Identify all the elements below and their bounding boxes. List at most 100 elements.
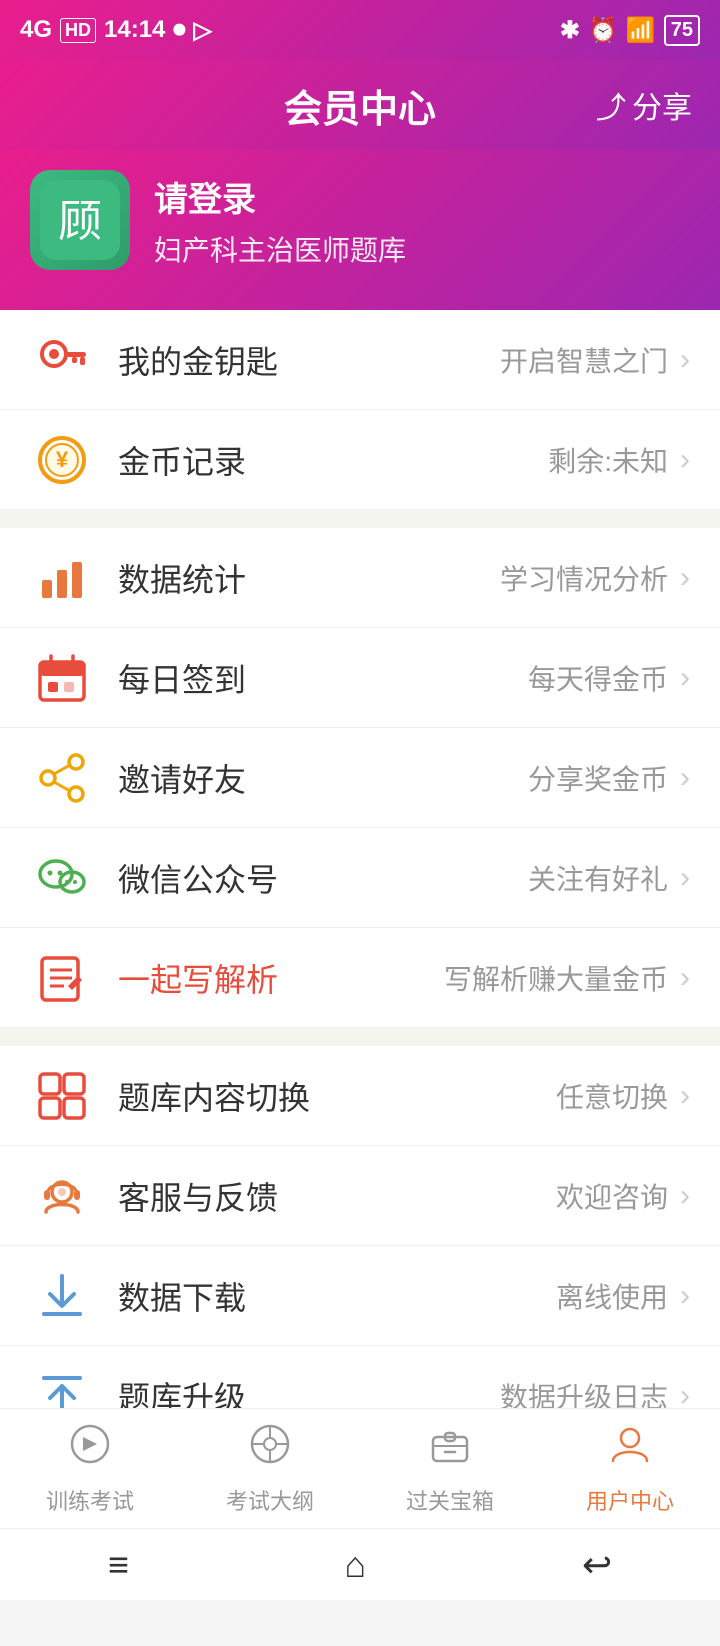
profile-subtitle: 妇产科主治医师题库 (154, 229, 406, 269)
status-left: 4G HD 14:14 ⏺ ▷ (20, 16, 212, 45)
daily-sign-right: 每天得金币 › (528, 658, 690, 698)
nav-item-treasure[interactable]: 过关宝箱 (360, 1421, 540, 1516)
treasure-nav-label: 过关宝箱 (406, 1484, 494, 1516)
service-right: 欢迎咨询 › (556, 1176, 690, 1216)
menu-item-golden-key[interactable]: 我的金钥匙 开启智慧之门 › (0, 310, 720, 410)
golden-key-chevron: › (680, 343, 690, 377)
coin-record-right: 剩余:未知 › (548, 440, 690, 480)
chart-icon (30, 546, 94, 610)
download-label: 数据下载 (118, 1273, 556, 1319)
golden-key-label: 我的金钥匙 (118, 337, 500, 383)
switch-icon (30, 1064, 94, 1128)
switch-bank-sub: 任意切换 (556, 1076, 668, 1116)
divider-2 (0, 1028, 720, 1046)
write-analysis-chevron: › (680, 961, 690, 995)
hd-badge: HD (60, 18, 96, 43)
wifi-icon: 📶 (626, 16, 656, 45)
download-sub: 离线使用 (556, 1276, 668, 1316)
wechat-right: 关注有好礼 › (528, 858, 690, 898)
battery-icon: 75 (664, 15, 700, 46)
coin-record-chevron: › (680, 443, 690, 477)
system-nav: ≡ ⌂ ↩ (0, 1528, 720, 1600)
play-icon: ▷ (193, 16, 211, 45)
wechat-icon (30, 846, 94, 910)
share-button[interactable]: ⤴ 分享 (596, 83, 692, 127)
divider-1 (0, 510, 720, 528)
data-stats-label: 数据统计 (118, 555, 500, 601)
outline-nav-label: 考试大纲 (226, 1484, 314, 1516)
daily-sign-label: 每日签到 (118, 655, 528, 701)
train-nav-icon (67, 1421, 113, 1478)
time-display: 14:14 (104, 16, 165, 44)
golden-key-right: 开启智慧之门 › (500, 340, 690, 380)
write-analysis-right: 写解析赚大量金币 › (444, 958, 690, 998)
download-chevron: › (680, 1279, 690, 1313)
app-header: 会员中心 ⤴ 分享 (0, 60, 720, 150)
treasure-nav-icon (427, 1421, 473, 1478)
calendar-icon (30, 646, 94, 710)
switch-bank-right: 任意切换 › (556, 1076, 690, 1116)
data-stats-sub: 学习情况分析 (500, 558, 668, 598)
nav-item-outline[interactable]: 考试大纲 (180, 1421, 360, 1516)
invite-label: 邀请好友 (118, 755, 528, 801)
write-icon (30, 946, 94, 1010)
alarm-icon: ⏰ (588, 16, 618, 45)
service-label: 客服与反馈 (118, 1173, 556, 1219)
invite-chevron: › (680, 761, 690, 795)
status-right: ✱ ⏰ 📶 75 (560, 15, 700, 46)
download-right: 离线使用 › (556, 1276, 690, 1316)
svg-text:¥: ¥ (56, 447, 69, 472)
coin-icon: ¥ (30, 428, 94, 492)
share-friends-icon (30, 746, 94, 810)
status-bar: 4G HD 14:14 ⏺ ▷ ✱ ⏰ 📶 75 (0, 0, 720, 60)
data-stats-chevron: › (680, 561, 690, 595)
menu-item-daily-sign[interactable]: 每日签到 每天得金币 › (0, 628, 720, 728)
menu-group-2: 数据统计 学习情况分析 › 每日签到 每天得金币 › (0, 528, 720, 1028)
outline-nav-icon (247, 1421, 293, 1478)
write-analysis-sub: 写解析赚大量金币 (444, 958, 668, 998)
menu-item-data-stats[interactable]: 数据统计 学习情况分析 › (0, 528, 720, 628)
service-icon (30, 1164, 94, 1228)
wechat-sub: 关注有好礼 (528, 858, 668, 898)
profile-avatar: 顾 (30, 170, 130, 270)
train-nav-label: 训练考试 (46, 1484, 134, 1516)
menu-group-1: 我的金钥匙 开启智慧之门 › ¥ 金币记录 剩余:未知 › (0, 310, 720, 510)
write-analysis-label: 一起写解析 (118, 955, 444, 1001)
golden-key-sub: 开启智慧之门 (500, 340, 668, 380)
bluetooth-icon: ✱ (560, 16, 580, 45)
wechat-chevron: › (680, 861, 690, 895)
coin-record-label: 金币记录 (118, 437, 548, 483)
profile-info: 请登录 妇产科主治医师题库 (154, 172, 406, 269)
menu-item-download[interactable]: 数据下载 离线使用 › (0, 1246, 720, 1346)
menu-item-wechat[interactable]: 微信公众号 关注有好礼 › (0, 828, 720, 928)
profile-section[interactable]: 顾 请登录 妇产科主治医师题库 (0, 150, 720, 310)
service-chevron: › (680, 1179, 690, 1213)
key-icon (30, 328, 94, 392)
invite-sub: 分享奖金币 (528, 758, 668, 798)
menu-item-invite[interactable]: 邀请好友 分享奖金币 › (0, 728, 720, 828)
switch-bank-chevron: › (680, 1079, 690, 1113)
download-icon (30, 1264, 94, 1328)
menu-item-coin-record[interactable]: ¥ 金币记录 剩余:未知 › (0, 410, 720, 510)
system-menu-button[interactable]: ≡ (78, 1534, 159, 1596)
system-back-button[interactable]: ↩ (552, 1534, 642, 1596)
system-home-button[interactable]: ⌂ (315, 1534, 397, 1596)
data-stats-right: 学习情况分析 › (500, 558, 690, 598)
nav-item-user[interactable]: 用户中心 (540, 1421, 720, 1516)
menu-item-switch-bank[interactable]: 题库内容切换 任意切换 › (0, 1046, 720, 1146)
menu-group-3: 题库内容切换 任意切换 › 客服与反馈 欢迎咨询 (0, 1046, 720, 1446)
invite-right: 分享奖金币 › (528, 758, 690, 798)
signal-icon: 4G (20, 16, 52, 44)
bottom-nav: 训练考试 考试大纲 过关宝箱 (0, 1408, 720, 1528)
nav-item-train[interactable]: 训练考试 (0, 1421, 180, 1516)
avatar-image: 顾 (30, 170, 130, 270)
record-icon: ⏺ (173, 16, 185, 44)
menu-item-service[interactable]: 客服与反馈 欢迎咨询 › (0, 1146, 720, 1246)
header-title: 会员中心 (284, 78, 436, 133)
daily-sign-sub: 每天得金币 (528, 658, 668, 698)
user-nav-label: 用户中心 (586, 1484, 674, 1516)
menu-item-write-analysis[interactable]: 一起写解析 写解析赚大量金币 › (0, 928, 720, 1028)
user-nav-icon (607, 1421, 653, 1478)
svg-text:顾: 顾 (58, 197, 102, 246)
share-icon: ⤴ (596, 83, 626, 127)
